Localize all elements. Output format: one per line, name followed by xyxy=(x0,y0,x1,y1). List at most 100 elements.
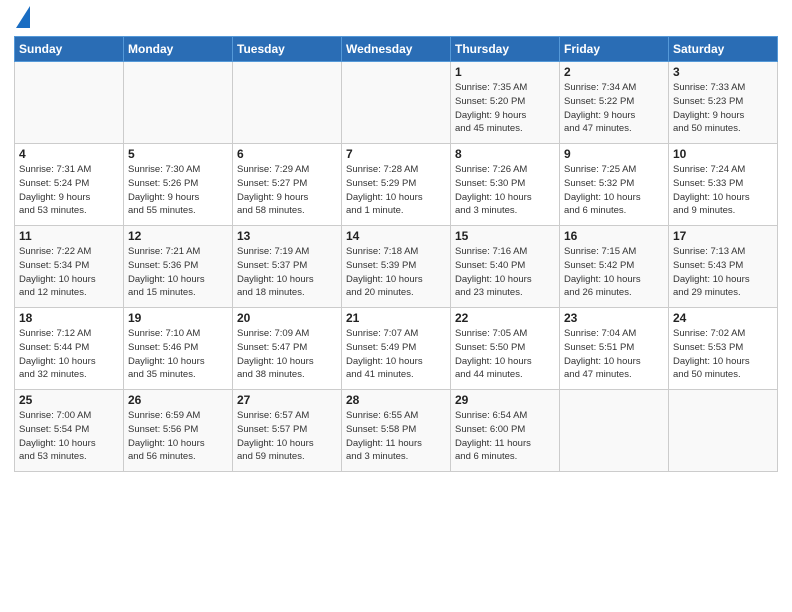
week-row-5: 25 Sunrise: 7:00 AM Sunset: 5:54 PM Dayli… xyxy=(15,390,778,472)
day-detail: Sunrise: 7:21 AM Sunset: 5:36 PM Dayligh… xyxy=(128,245,228,300)
day-number: 4 xyxy=(19,147,119,161)
day-number: 17 xyxy=(673,229,773,243)
day-number: 15 xyxy=(455,229,555,243)
calendar-cell: 17 Sunrise: 7:13 AM Sunset: 5:43 PM Dayli… xyxy=(669,226,778,308)
day-number: 6 xyxy=(237,147,337,161)
day-number: 3 xyxy=(673,65,773,79)
day-number: 24 xyxy=(673,311,773,325)
day-number: 23 xyxy=(564,311,664,325)
calendar-cell: 28 Sunrise: 6:55 AM Sunset: 5:58 PM Dayli… xyxy=(342,390,451,472)
weekday-header-saturday: Saturday xyxy=(669,37,778,62)
calendar-cell: 14Sunrise: 7:18 AM Sunset: 5:39 PM Dayli… xyxy=(342,226,451,308)
calendar-cell: 18 Sunrise: 7:12 AM Sunset: 5:44 PM Dayli… xyxy=(15,308,124,390)
calendar-cell: 21 Sunrise: 7:07 AM Sunset: 5:49 PM Dayli… xyxy=(342,308,451,390)
day-number: 29 xyxy=(455,393,555,407)
day-detail: Sunrise: 7:07 AM Sunset: 5:49 PM Dayligh… xyxy=(346,327,446,382)
day-detail: Sunrise: 7:15 AM Sunset: 5:42 PM Dayligh… xyxy=(564,245,664,300)
calendar-cell xyxy=(233,62,342,144)
day-number: 11 xyxy=(19,229,119,243)
weekday-header-wednesday: Wednesday xyxy=(342,37,451,62)
calendar-cell: 8 Sunrise: 7:26 AM Sunset: 5:30 PM Daylig… xyxy=(451,144,560,226)
day-number: 20 xyxy=(237,311,337,325)
day-detail: Sunrise: 7:12 AM Sunset: 5:44 PM Dayligh… xyxy=(19,327,119,382)
day-detail: Sunrise: 7:05 AM Sunset: 5:50 PM Dayligh… xyxy=(455,327,555,382)
calendar-cell: 1 Sunrise: 7:35 AM Sunset: 5:20 PM Daylig… xyxy=(451,62,560,144)
day-number: 19 xyxy=(128,311,228,325)
day-number: 21 xyxy=(346,311,446,325)
header xyxy=(14,10,778,28)
day-number: 18 xyxy=(19,311,119,325)
calendar-cell: 29 Sunrise: 6:54 AM Sunset: 6:00 PM Dayli… xyxy=(451,390,560,472)
day-detail: Sunrise: 7:16 AM Sunset: 5:40 PM Dayligh… xyxy=(455,245,555,300)
logo-triangle-icon xyxy=(16,6,30,28)
calendar-cell: 6 Sunrise: 7:29 AM Sunset: 5:27 PM Daylig… xyxy=(233,144,342,226)
calendar-cell: 5 Sunrise: 7:30 AM Sunset: 5:26 PM Daylig… xyxy=(124,144,233,226)
calendar-cell: 27Sunrise: 6:57 AM Sunset: 5:57 PM Dayli… xyxy=(233,390,342,472)
calendar-container: SundayMondayTuesdayWednesdayThursdayFrid… xyxy=(0,0,792,478)
logo xyxy=(14,10,30,28)
day-number: 1 xyxy=(455,65,555,79)
calendar-cell: 15 Sunrise: 7:16 AM Sunset: 5:40 PM Dayli… xyxy=(451,226,560,308)
week-row-2: 4 Sunrise: 7:31 AM Sunset: 5:24 PM Daylig… xyxy=(15,144,778,226)
weekday-header-sunday: Sunday xyxy=(15,37,124,62)
day-detail: Sunrise: 7:22 AM Sunset: 5:34 PM Dayligh… xyxy=(19,245,119,300)
calendar-cell: 26 Sunrise: 6:59 AM Sunset: 5:56 PM Dayli… xyxy=(124,390,233,472)
week-row-1: 1 Sunrise: 7:35 AM Sunset: 5:20 PM Daylig… xyxy=(15,62,778,144)
calendar-cell: 7 Sunrise: 7:28 AM Sunset: 5:29 PM Daylig… xyxy=(342,144,451,226)
weekday-header-tuesday: Tuesday xyxy=(233,37,342,62)
day-detail: Sunrise: 7:33 AM Sunset: 5:23 PM Dayligh… xyxy=(673,81,773,136)
calendar-cell: 22Sunrise: 7:05 AM Sunset: 5:50 PM Dayli… xyxy=(451,308,560,390)
calendar-cell: 20 Sunrise: 7:09 AM Sunset: 5:47 PM Dayli… xyxy=(233,308,342,390)
calendar-cell: 2Sunrise: 7:34 AM Sunset: 5:22 PM Daylig… xyxy=(560,62,669,144)
calendar-cell xyxy=(15,62,124,144)
day-detail: Sunrise: 7:29 AM Sunset: 5:27 PM Dayligh… xyxy=(237,163,337,218)
day-number: 7 xyxy=(346,147,446,161)
day-detail: Sunrise: 7:25 AM Sunset: 5:32 PM Dayligh… xyxy=(564,163,664,218)
day-detail: Sunrise: 7:18 AM Sunset: 5:39 PM Dayligh… xyxy=(346,245,446,300)
day-detail: Sunrise: 7:00 AM Sunset: 5:54 PM Dayligh… xyxy=(19,409,119,464)
calendar-cell: 16 Sunrise: 7:15 AM Sunset: 5:42 PM Dayli… xyxy=(560,226,669,308)
day-detail: Sunrise: 7:04 AM Sunset: 5:51 PM Dayligh… xyxy=(564,327,664,382)
calendar-cell xyxy=(669,390,778,472)
calendar-table: SundayMondayTuesdayWednesdayThursdayFrid… xyxy=(14,36,778,472)
day-detail: Sunrise: 6:57 AM Sunset: 5:57 PM Dayligh… xyxy=(237,409,337,464)
day-detail: Sunrise: 7:35 AM Sunset: 5:20 PM Dayligh… xyxy=(455,81,555,136)
calendar-cell: 25 Sunrise: 7:00 AM Sunset: 5:54 PM Dayli… xyxy=(15,390,124,472)
day-number: 25 xyxy=(19,393,119,407)
day-detail: Sunrise: 7:13 AM Sunset: 5:43 PM Dayligh… xyxy=(673,245,773,300)
calendar-cell: 13 Sunrise: 7:19 AM Sunset: 5:37 PM Dayli… xyxy=(233,226,342,308)
day-detail: Sunrise: 7:26 AM Sunset: 5:30 PM Dayligh… xyxy=(455,163,555,218)
day-number: 12 xyxy=(128,229,228,243)
day-detail: Sunrise: 7:30 AM Sunset: 5:26 PM Dayligh… xyxy=(128,163,228,218)
day-detail: Sunrise: 6:55 AM Sunset: 5:58 PM Dayligh… xyxy=(346,409,446,464)
day-detail: Sunrise: 7:02 AM Sunset: 5:53 PM Dayligh… xyxy=(673,327,773,382)
day-detail: Sunrise: 7:34 AM Sunset: 5:22 PM Dayligh… xyxy=(564,81,664,136)
day-detail: Sunrise: 6:59 AM Sunset: 5:56 PM Dayligh… xyxy=(128,409,228,464)
calendar-cell: 11 Sunrise: 7:22 AM Sunset: 5:34 PM Dayli… xyxy=(15,226,124,308)
weekday-header-friday: Friday xyxy=(560,37,669,62)
day-detail: Sunrise: 6:54 AM Sunset: 6:00 PM Dayligh… xyxy=(455,409,555,464)
day-number: 28 xyxy=(346,393,446,407)
calendar-cell xyxy=(124,62,233,144)
day-detail: Sunrise: 7:31 AM Sunset: 5:24 PM Dayligh… xyxy=(19,163,119,218)
day-number: 16 xyxy=(564,229,664,243)
day-detail: Sunrise: 7:28 AM Sunset: 5:29 PM Dayligh… xyxy=(346,163,446,218)
weekday-header-monday: Monday xyxy=(124,37,233,62)
day-detail: Sunrise: 7:24 AM Sunset: 5:33 PM Dayligh… xyxy=(673,163,773,218)
day-number: 8 xyxy=(455,147,555,161)
calendar-cell: 10Sunrise: 7:24 AM Sunset: 5:33 PM Dayli… xyxy=(669,144,778,226)
day-number: 5 xyxy=(128,147,228,161)
day-number: 26 xyxy=(128,393,228,407)
calendar-cell: 12 Sunrise: 7:21 AM Sunset: 5:36 PM Dayli… xyxy=(124,226,233,308)
day-detail: Sunrise: 7:09 AM Sunset: 5:47 PM Dayligh… xyxy=(237,327,337,382)
calendar-cell: 19 Sunrise: 7:10 AM Sunset: 5:46 PM Dayli… xyxy=(124,308,233,390)
week-row-3: 11 Sunrise: 7:22 AM Sunset: 5:34 PM Dayli… xyxy=(15,226,778,308)
day-detail: Sunrise: 7:19 AM Sunset: 5:37 PM Dayligh… xyxy=(237,245,337,300)
day-number: 13 xyxy=(237,229,337,243)
weekday-header-row: SundayMondayTuesdayWednesdayThursdayFrid… xyxy=(15,37,778,62)
calendar-cell xyxy=(342,62,451,144)
calendar-cell: 3 Sunrise: 7:33 AM Sunset: 5:23 PM Daylig… xyxy=(669,62,778,144)
day-detail: Sunrise: 7:10 AM Sunset: 5:46 PM Dayligh… xyxy=(128,327,228,382)
calendar-cell xyxy=(560,390,669,472)
week-row-4: 18 Sunrise: 7:12 AM Sunset: 5:44 PM Dayli… xyxy=(15,308,778,390)
